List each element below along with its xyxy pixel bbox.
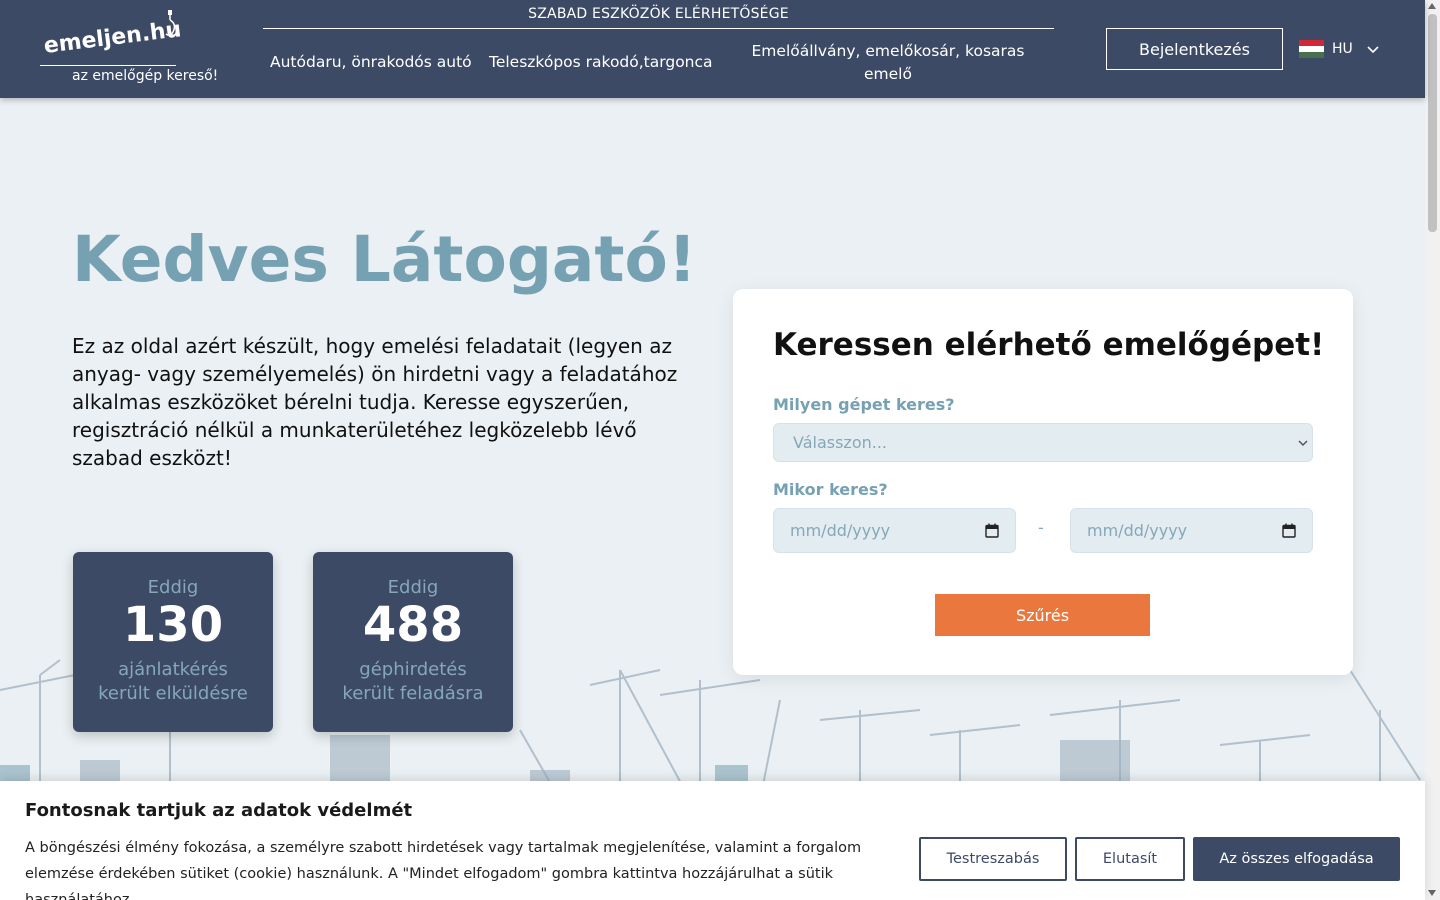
language-code: HU xyxy=(1332,41,1353,57)
scroll-thumb[interactable] xyxy=(1428,14,1437,232)
language-selector[interactable]: HU xyxy=(1299,39,1379,59)
page-scrollbar[interactable] xyxy=(1425,0,1440,900)
calendar-icon[interactable] xyxy=(985,523,999,538)
stat-label-line1: ajánlatkérés xyxy=(118,659,228,680)
scroll-down-arrow-icon[interactable] xyxy=(1428,890,1436,896)
date-separator: - xyxy=(1038,518,1044,537)
date-label: Mikor keres? xyxy=(773,480,888,499)
logo-underline xyxy=(40,65,176,66)
search-card: Keressen elérhető emelőgépet! Milyen gép… xyxy=(733,289,1353,675)
stat-label-line1: géphirdetés xyxy=(359,659,467,680)
scroll-up-arrow-icon[interactable] xyxy=(1428,3,1436,9)
stat-card-requests: Eddig 130 ajánlatkérés került elküldésre xyxy=(73,552,273,732)
filter-button[interactable]: Szűrés xyxy=(935,594,1150,636)
stat-prefix: Eddig xyxy=(387,577,439,598)
nav-item-autodaru[interactable]: Autódaru, önrakodós autó xyxy=(270,51,472,74)
nav-heading: SZABAD ESZKÖZÖK ELÉRHETŐSÉGE xyxy=(263,6,1054,29)
date-to-input[interactable]: mm/dd/yyyy xyxy=(1070,508,1313,553)
site-header: emeljen.hu az emelőgép kereső! SZABAD ES… xyxy=(0,0,1425,98)
stat-value: 130 xyxy=(122,597,224,653)
stat-value: 488 xyxy=(362,597,464,653)
machine-type-selected-value: Válasszon... xyxy=(793,433,888,452)
cookie-customize-button[interactable]: Testreszabás xyxy=(919,837,1067,881)
nav-item-emeloallvany[interactable]: Emelőállvány, emelőkosár, kosaras emelő xyxy=(740,40,1036,86)
login-button[interactable]: Bejelentkezés xyxy=(1106,28,1283,70)
chevron-down-icon xyxy=(1367,46,1379,54)
cookie-text: A böngészési élmény fokozása, a személyr… xyxy=(25,840,862,900)
date-from-placeholder: mm/dd/yyyy xyxy=(790,521,891,540)
stat-prefix: Eddig xyxy=(147,577,199,598)
date-from-input[interactable]: mm/dd/yyyy xyxy=(773,508,1016,553)
cookie-title: Fontosnak tartjuk az adatok védelmét xyxy=(25,800,413,821)
cookie-reject-button[interactable]: Elutasít xyxy=(1075,837,1185,881)
hungary-flag-icon xyxy=(1299,40,1324,58)
nav-item-teleszkopos[interactable]: Teleszkópos rakodó,targonca xyxy=(489,51,713,74)
hero-title: Kedves Látogató! xyxy=(72,223,697,296)
date-to-placeholder: mm/dd/yyyy xyxy=(1087,521,1188,540)
cookie-consent-banner: Fontosnak tartjuk az adatok védelmét A b… xyxy=(0,781,1425,900)
cookie-accept-all-button[interactable]: Az összes elfogadása xyxy=(1193,837,1400,881)
logo-tagline: az emelőgép kereső! xyxy=(72,68,219,84)
machine-type-label: Milyen gépet keres? xyxy=(773,395,955,414)
hero-description: Ez az oldal azért készült, hogy emelési … xyxy=(72,334,678,470)
calendar-icon[interactable] xyxy=(1282,523,1296,538)
search-card-title: Keressen elérhető emelőgépet! xyxy=(773,327,1325,363)
machine-type-select[interactable]: Válasszon... xyxy=(773,423,1313,462)
stat-card-ads: Eddig 488 géphirdetés került feladásra xyxy=(313,552,513,732)
site-logo[interactable]: emeljen.hu az emelőgép kereső! xyxy=(38,10,228,90)
chevron-down-icon xyxy=(1298,440,1308,447)
logo-text: emeljen.hu xyxy=(42,17,183,59)
stat-label-line2: került feladásra xyxy=(342,683,484,704)
stat-label-line2: került elküldésre xyxy=(98,683,248,704)
